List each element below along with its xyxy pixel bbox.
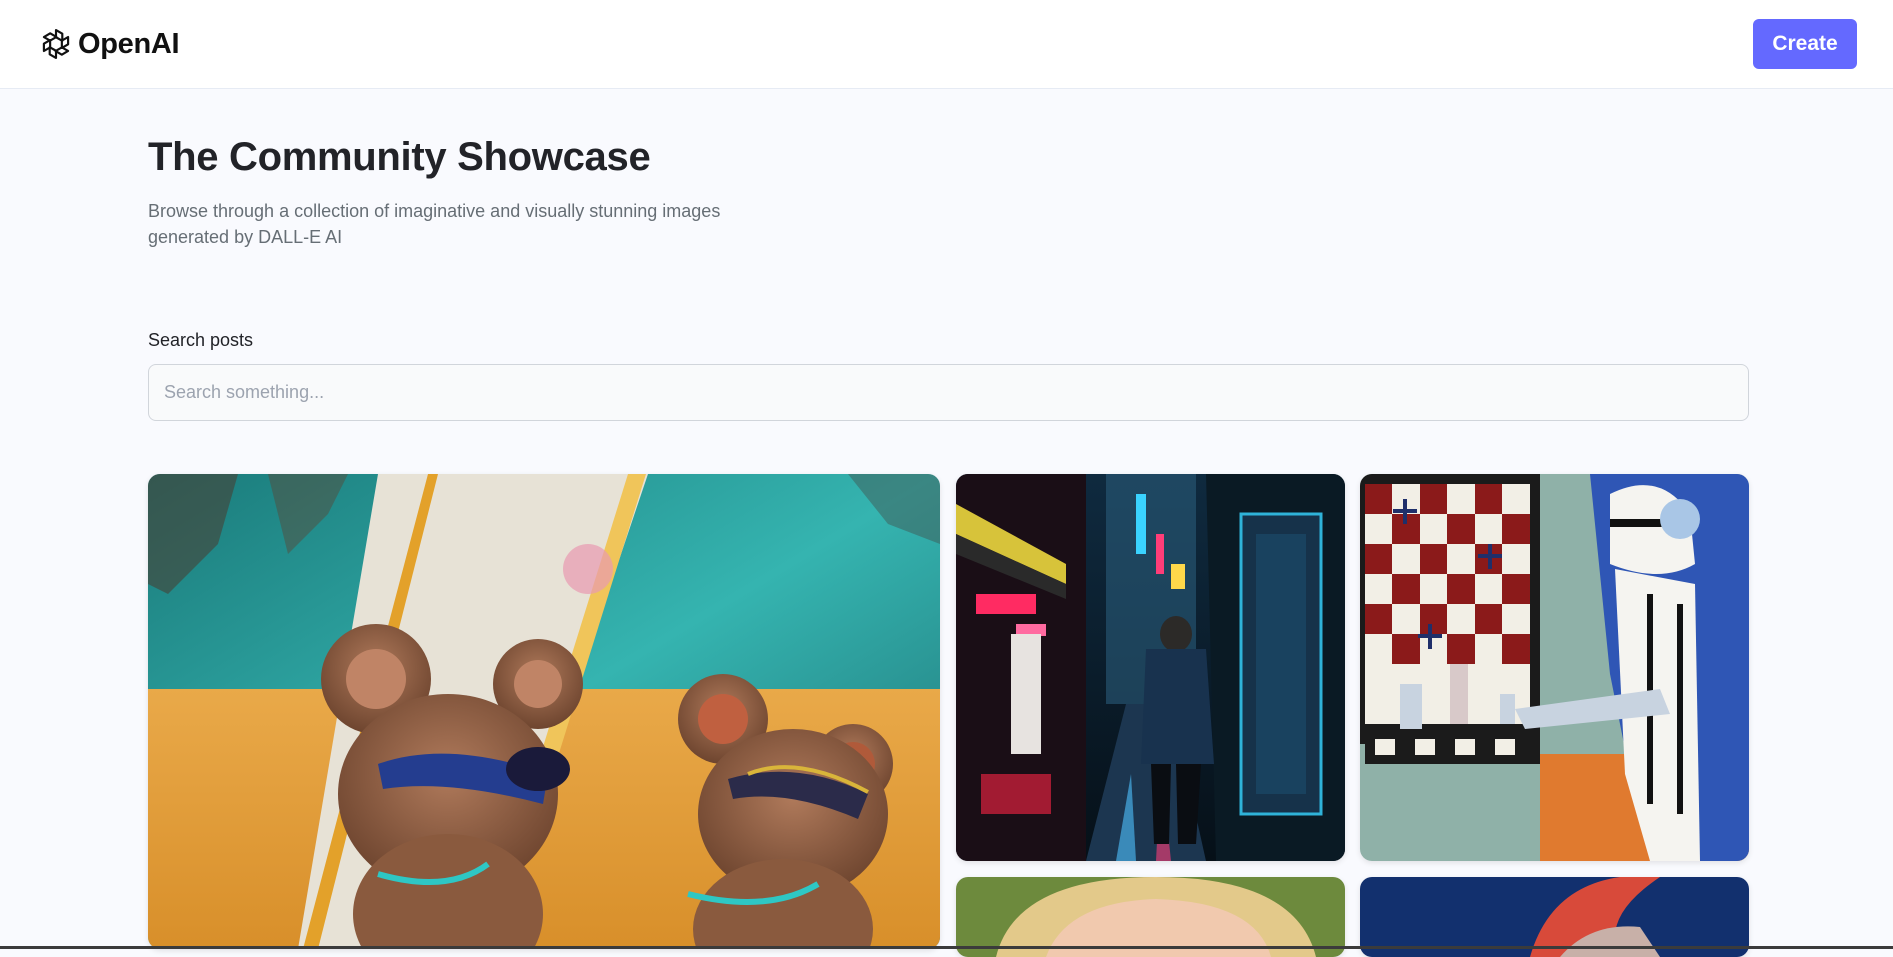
search-label: Search posts (148, 330, 254, 350)
top-navbar: OpenAI Create (0, 0, 1893, 89)
search-input[interactable] (148, 364, 1749, 421)
neon-alley-walker-card[interactable] (956, 474, 1345, 861)
robot-chess-image (1360, 474, 1749, 861)
openai-logo-icon (39, 28, 73, 60)
neon-alley-image (956, 474, 1345, 861)
mice-surfers-image (148, 474, 940, 949)
portrait-blonde-image (956, 877, 1345, 957)
page-subtitle: Browse through a collection of imaginati… (148, 201, 721, 247)
blue-abstract-image (1360, 877, 1749, 957)
robot-chess-painting-card[interactable] (1360, 474, 1749, 861)
logo-text: OpenAI (78, 27, 180, 60)
portrait-blonde-card[interactable] (956, 877, 1345, 957)
blue-abstract-card[interactable] (1360, 877, 1749, 957)
mice-surfers-beach-card[interactable] (148, 474, 940, 949)
page-title: The Community Showcase (148, 135, 651, 179)
create-button[interactable]: Create (1753, 19, 1857, 69)
image-gallery (148, 474, 1749, 957)
logo-link[interactable]: OpenAI (38, 26, 180, 62)
main-content: The Community Showcase Browse through a … (148, 89, 1749, 421)
